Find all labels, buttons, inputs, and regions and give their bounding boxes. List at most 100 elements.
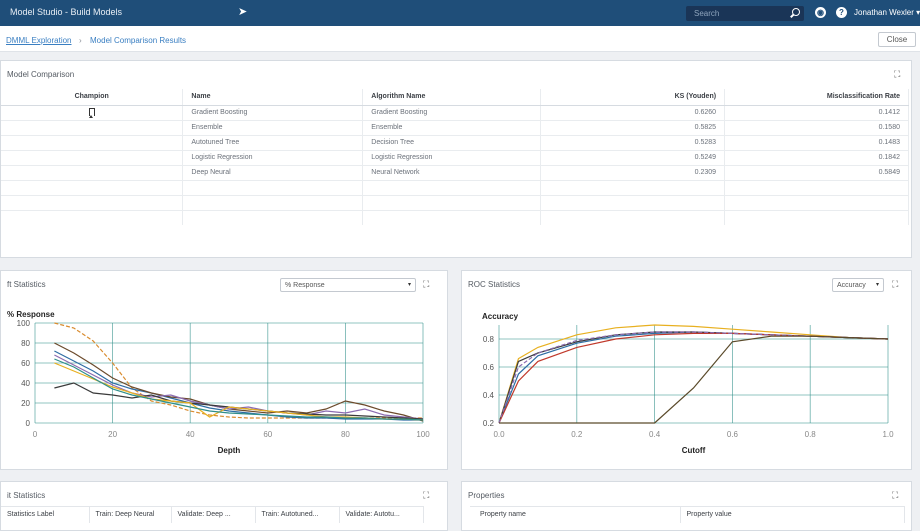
y-tick-label: 0.4: [483, 391, 495, 400]
lift-statistics-panel: ft Statistics % Response ▾ ⛶ 0 20 40 60 80 10…: [0, 270, 448, 470]
ks-cell: 0.2309: [540, 164, 726, 180]
algorithm-cell: Ensemble: [362, 119, 542, 135]
roc-statistics-panel: ROC Statistics Accuracy ▾ ⛶ 0.2 0.4 0.6 0.8…: [461, 270, 912, 470]
x-tick-label: 0.8: [805, 430, 817, 439]
help-icon[interactable]: ?: [836, 7, 847, 18]
breadcrumb-parent-link[interactable]: DMML Exploration: [6, 36, 72, 45]
x-tick-label: 1.0: [882, 430, 894, 439]
table-row[interactable]: Gradient Boosting Gradient Boosting 0.62…: [1, 104, 909, 120]
table-header-row: Statistics Label Train: Deep Neural Vali…: [1, 506, 424, 523]
series-line: [54, 322, 423, 419]
chart-title: Accuracy: [482, 312, 519, 321]
fit-statistics-panel: it Statistics ⛶ Statistics Label Train: …: [0, 481, 448, 531]
expand-icon[interactable]: ⛶: [894, 69, 900, 80]
model-name-cell: Autotuned Tree: [182, 134, 364, 150]
y-tick-label: 60: [21, 359, 30, 368]
panel-title: ft Statistics: [7, 280, 46, 289]
table-row[interactable]: Ensemble Ensemble 0.5825 0.1580: [1, 119, 909, 135]
model-comparison-table: Champion Name Algorithm Name KS (Youden)…: [1, 89, 909, 225]
misclassification-cell: 0.5849: [724, 164, 909, 180]
x-tick-label: 40: [186, 430, 195, 439]
search-icon[interactable]: [792, 8, 800, 16]
chevron-down-icon: ▾: [407, 282, 411, 288]
table-row[interactable]: Deep Neural Neural Network 0.2309 0.5849: [1, 164, 909, 180]
champion-cell: [1, 149, 184, 165]
table-row[interactable]: Autotuned Tree Decision Tree 0.5283 0.14…: [1, 134, 909, 150]
series-line: [498, 331, 889, 424]
column-header[interactable]: Validate: Deep ...: [171, 506, 256, 523]
x-tick-label: 20: [108, 430, 117, 439]
x-tick-label: 0.6: [727, 430, 739, 439]
empty-row: [1, 194, 909, 210]
ks-cell: 0.5825: [540, 119, 726, 135]
select-value: Accuracy: [837, 282, 866, 289]
algorithm-cell: Gradient Boosting: [362, 104, 542, 120]
column-header-champion[interactable]: Champion: [1, 89, 184, 106]
misclassification-cell: 0.1580: [724, 119, 909, 135]
x-tick-label: 0.2: [571, 430, 583, 439]
y-tick-label: 100: [17, 319, 31, 328]
table-row[interactable]: Logistic Regression Logistic Regression …: [1, 149, 909, 165]
x-axis-label: Cutoff: [682, 446, 706, 455]
y-tick-label: 0.8: [483, 335, 495, 344]
panel-title: Model Comparison: [7, 70, 75, 79]
series-line: [498, 331, 889, 424]
panel-title: ROC Statistics: [468, 280, 521, 289]
x-tick-label: 100: [416, 430, 430, 439]
table-header-row: Property name Property value: [470, 506, 905, 523]
algorithm-cell: Neural Network: [362, 164, 542, 180]
column-header[interactable]: Validate: Autotu...: [339, 506, 424, 523]
model-name-cell: Ensemble: [182, 119, 364, 135]
misclassification-cell: 0.1412: [724, 104, 909, 120]
y-tick-label: 0.2: [483, 419, 495, 428]
model-comparison-panel: Model Comparison ⛶ Champion Name Algorit…: [0, 60, 912, 258]
column-header-misclassification[interactable]: Misclassification Rate: [724, 89, 909, 106]
x-tick-label: 0.4: [649, 430, 661, 439]
y-tick-label: 80: [21, 339, 30, 348]
app-header: Model Studio - Build Models ➤ Search ◉ ?…: [0, 0, 920, 26]
properties-table: Property name Property value: [470, 506, 905, 523]
roc-chart: 0.2 0.4 0.6 0.8 0.0 0.2 0.4 0.6 0.8 1.0 Accuracy Cu…: [482, 312, 894, 455]
expand-icon[interactable]: ⛶: [423, 490, 429, 501]
series-line: [54, 358, 424, 421]
algorithm-cell: Decision Tree: [362, 134, 542, 150]
x-tick-label: 0: [33, 430, 38, 439]
champion-cell: [1, 134, 184, 150]
close-button[interactable]: Close: [878, 32, 916, 47]
x-tick-label: 80: [341, 430, 350, 439]
column-header[interactable]: Train: Deep Neural: [89, 506, 172, 523]
ks-cell: 0.5249: [540, 149, 726, 165]
y-tick-label: 20: [21, 399, 30, 408]
x-tick-label: 0.0: [493, 430, 505, 439]
search-placeholder: Search: [694, 9, 720, 18]
breadcrumb-separator: ›: [79, 36, 82, 45]
column-header[interactable]: Train: Autotuned...: [255, 506, 340, 523]
x-axis-label: Depth: [218, 446, 241, 455]
model-name-cell: Deep Neural: [182, 164, 364, 180]
column-header-ks[interactable]: KS (Youden): [540, 89, 726, 106]
column-header[interactable]: Property name: [470, 506, 681, 523]
notifications-icon[interactable]: ◉: [815, 7, 826, 18]
column-header-name[interactable]: Name: [182, 89, 364, 106]
column-header[interactable]: Statistics Label: [1, 506, 90, 523]
expand-icon[interactable]: ⛶: [892, 490, 898, 501]
breadcrumb-bar: DMML Exploration › Model Comparison Resu…: [0, 26, 920, 52]
column-header-algorithm[interactable]: Algorithm Name: [362, 89, 542, 106]
empty-row: [1, 209, 909, 225]
misclassification-cell: 0.1842: [724, 149, 909, 165]
panel-title: it Statistics: [7, 491, 46, 500]
search-input[interactable]: Search: [686, 6, 804, 21]
column-header[interactable]: Property value: [680, 506, 905, 523]
y-tick-label: 0.6: [483, 363, 495, 372]
ks-cell: 0.6260: [540, 104, 726, 120]
x-tick-label: 60: [263, 430, 272, 439]
algorithm-cell: Logistic Regression: [362, 149, 542, 165]
ks-cell: 0.5283: [540, 134, 726, 150]
series-line: [498, 331, 889, 424]
mouse-cursor-icon: ➤: [238, 6, 248, 18]
series-line: [498, 324, 889, 424]
panel-title: Properties: [468, 491, 505, 500]
champion-cell: [1, 104, 184, 120]
lift-chart: 0204060801000 20 40 60 80 100% ResponseDepth: [7, 310, 430, 455]
user-menu[interactable]: Jonathan Wexler ▾: [854, 8, 920, 17]
